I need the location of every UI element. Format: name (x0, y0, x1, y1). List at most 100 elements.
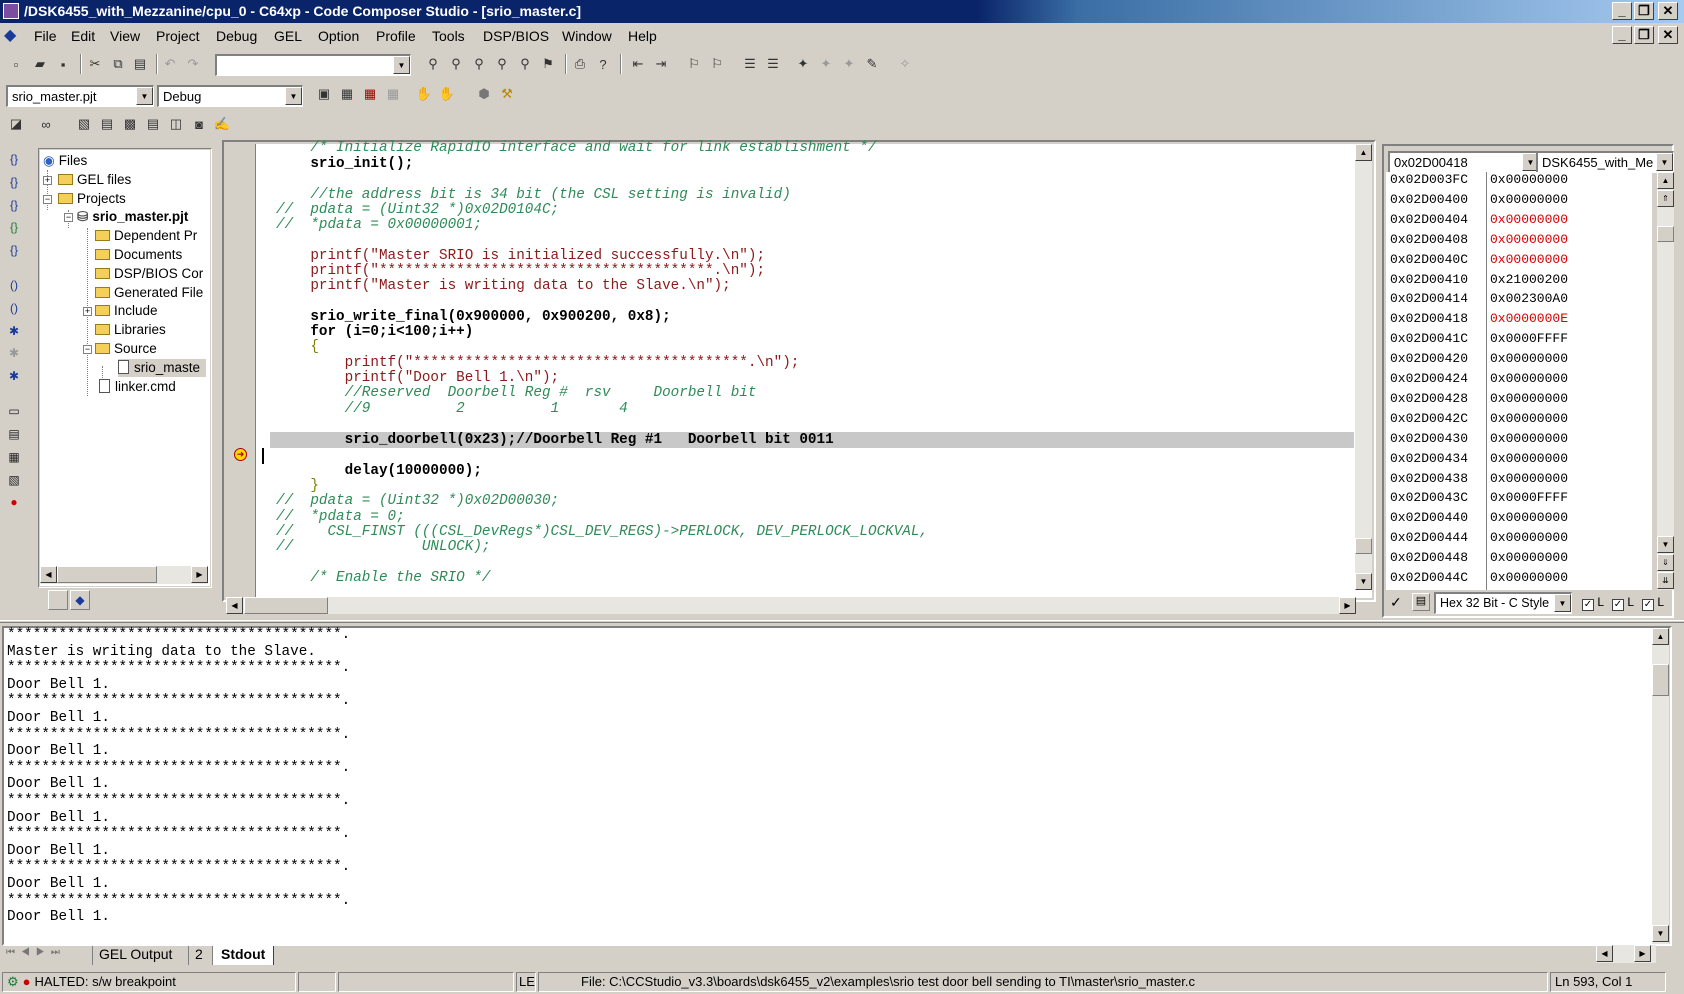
tree-item-source[interactable]: Source (95, 340, 157, 358)
chevron-down-icon[interactable]: ▼ (393, 56, 410, 74)
scroll-right-icon[interactable]: ▶ (1339, 597, 1356, 614)
halt-icon[interactable]: ✱ (5, 344, 23, 362)
build-icon[interactable]: ▦ (337, 84, 357, 104)
page-up-icon[interactable]: ⇑ (1657, 190, 1674, 207)
collapse-icon[interactable]: − (83, 345, 92, 354)
list-icon[interactable]: ☰ (740, 54, 760, 74)
call-stack-icon[interactable]: ▧ (5, 471, 23, 489)
memory-value[interactable]: 0x00000000 (1490, 568, 1568, 588)
disassembly-icon[interactable]: ▤ (143, 114, 163, 134)
scroll-right-icon[interactable]: ▶ (191, 566, 208, 583)
memory-vscrollbar[interactable]: ▲ ⇑ ▼ ⇓ ⇊ (1657, 172, 1674, 590)
output-vscrollbar[interactable]: ▲ ▼ (1652, 628, 1669, 944)
memory-value[interactable]: 0x21000200 (1490, 270, 1568, 290)
register-window-icon[interactable]: ▭ (5, 402, 23, 420)
memory-value[interactable]: 0x00000000 (1490, 190, 1568, 210)
memory-row[interactable]: 0x02D00440 0x00000000 (1386, 508, 1652, 528)
tree-gel-files[interactable]: GEL files (58, 171, 131, 189)
tree-project[interactable]: ⛁ srio_master.pjt (77, 208, 188, 226)
splitter[interactable] (0, 620, 1684, 623)
pin-alt-icon[interactable]: ✦ (816, 54, 836, 74)
scroll-down-icon[interactable]: ▼ (1355, 573, 1372, 590)
memory-value[interactable]: 0x0000FFFF (1490, 488, 1568, 508)
new-file-icon[interactable]: ▫ (6, 54, 26, 74)
scroll-thumb[interactable] (244, 597, 328, 614)
tree-item-documents[interactable]: Documents (95, 246, 182, 264)
memory-row[interactable]: 0x02D00404 0x00000000 (1386, 210, 1652, 230)
menu-view[interactable]: View (110, 28, 140, 44)
tree-item-generated[interactable]: Generated File (95, 284, 203, 302)
doc-icon[interactable]: ◆ (4, 27, 22, 45)
outdent-icon[interactable]: ⇤ (628, 54, 648, 74)
animate-icon[interactable]: ✱ (5, 367, 23, 385)
scroll-left-icon[interactable]: ◀ (226, 597, 243, 614)
memory-value[interactable]: 0x00000000 (1490, 469, 1568, 489)
toggle-bookmark-icon[interactable]: ⚐ (684, 54, 704, 74)
watch-window-icon[interactable]: ▦ (5, 448, 23, 466)
scroll-thumb[interactable] (1657, 226, 1674, 242)
find-icon[interactable]: ⚲ (423, 54, 443, 74)
undo-icon[interactable]: ↶ (160, 54, 180, 74)
memory-row[interactable]: 0x02D00448 0x00000000 (1386, 548, 1652, 568)
menu-debug[interactable]: Debug (216, 28, 257, 44)
option-check-3[interactable]: ✓ L (1642, 595, 1664, 611)
step-out-icon[interactable]: {} (5, 196, 23, 214)
expand-icon[interactable]: + (83, 307, 92, 316)
page-down-icon[interactable]: ⇓ (1657, 554, 1674, 571)
bookmark-icon[interactable]: ⚑ (538, 54, 558, 74)
memory-row[interactable]: 0x02D00408 0x00000000 (1386, 230, 1652, 250)
find-prev-icon[interactable]: ⚲ (469, 54, 489, 74)
replace-icon[interactable]: ⚲ (515, 54, 535, 74)
memory-row[interactable]: 0x02D0043C 0x0000FFFF (1386, 488, 1652, 508)
memory-value[interactable]: 0x00000000 (1490, 548, 1568, 568)
tree-item-dspbios[interactable]: DSP/BIOS Cor (95, 265, 203, 283)
memory-row[interactable]: 0x02D00420 0x00000000 (1386, 349, 1652, 369)
memory-value[interactable]: 0x0000000E (1490, 309, 1568, 329)
memory-value[interactable]: 0x00000000 (1490, 389, 1568, 409)
menu-gel[interactable]: GEL (274, 28, 302, 44)
scroll-down-icon[interactable]: ▼ (1652, 925, 1669, 942)
wrench-icon[interactable]: ⚒ (497, 84, 517, 104)
save-icon[interactable]: ▪ (53, 54, 73, 74)
compile-icon[interactable]: ▣ (314, 84, 334, 104)
menu-window[interactable]: Window (562, 28, 612, 44)
memory-row[interactable]: 0x02D00400 0x00000000 (1386, 190, 1652, 210)
memory-row[interactable]: 0x02D0044C 0x00000000 (1386, 568, 1652, 588)
scroll-left-icon[interactable]: ◀ (40, 566, 57, 583)
probe-point-icon[interactable]: ⬢ (474, 84, 494, 104)
tabs-hscrollbar[interactable]: ◀ ▶ (1596, 945, 1656, 963)
step-over-icon[interactable]: {} (5, 173, 23, 191)
clipboard-icon[interactable]: ▧ (74, 114, 94, 134)
memory-view-icon[interactable]: ▩ (120, 114, 140, 134)
memory-format-select[interactable]: Hex 32 Bit - C Style ▼ (1434, 592, 1572, 614)
chevron-down-icon[interactable]: ▼ (1554, 594, 1571, 612)
tab-gel-output[interactable]: GEL Output (92, 946, 178, 965)
graph-view-icon[interactable]: ◪ (6, 114, 26, 134)
bookmark-view-tab-icon[interactable]: ◆ (70, 590, 90, 610)
scroll-up-icon[interactable]: ▲ (1355, 144, 1372, 161)
stdout-output[interactable]: ***************************************.… (4, 627, 1652, 944)
memory-value[interactable]: 0x00000000 (1490, 170, 1568, 190)
scroll-thumb[interactable] (57, 566, 157, 583)
scroll-up-icon[interactable]: ▲ (1657, 172, 1674, 189)
option-check-1[interactable]: ✓ L (1582, 595, 1604, 611)
memory-value[interactable]: 0x00000000 (1490, 429, 1568, 449)
stop-build-icon[interactable]: ▦ (383, 84, 403, 104)
tree-hscrollbar[interactable]: ◀ ▶ (40, 566, 208, 584)
menu-profile[interactable]: Profile (376, 28, 416, 44)
graph-window-icon[interactable]: ◫ (166, 114, 186, 134)
scroll-right-icon[interactable]: ▶ (1634, 945, 1651, 962)
editor-vscrollbar[interactable]: ▲ ▼ (1355, 144, 1372, 590)
project-select[interactable]: srio_master.pjt ▼ (6, 85, 154, 107)
asm-step-into-icon[interactable]: () (5, 276, 23, 294)
memory-grid[interactable]: 0x02D003FC 0x00000000 0x02D00400 0x00000000… (1386, 172, 1652, 590)
open-folder-icon[interactable]: ▰ (30, 54, 50, 74)
tree-linker[interactable]: linker.cmd (99, 378, 176, 396)
rebuild-icon[interactable]: ▦ (360, 84, 380, 104)
memory-value[interactable]: 0x0000FFFF (1490, 329, 1568, 349)
memory-row[interactable]: 0x02D003FC 0x00000000 (1386, 170, 1652, 190)
file-view-tab-icon[interactable] (48, 590, 68, 610)
tab-nav-icons[interactable]: ⏮◀▶⏭ (6, 947, 66, 958)
close-button[interactable]: ✕ (1658, 2, 1678, 20)
tree-item-libraries[interactable]: Libraries (95, 321, 166, 339)
